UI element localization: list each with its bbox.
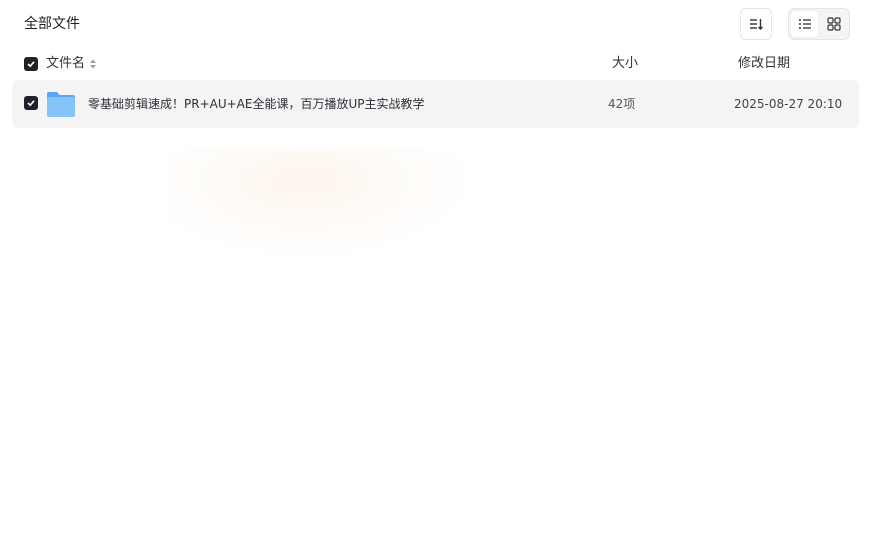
- sort-button[interactable]: [740, 8, 772, 40]
- list-view-button[interactable]: [791, 11, 818, 37]
- table-row[interactable]: 零基础剪辑速成！PR+AU+AE全能课，百万播放UP主实战教学 42项 2025…: [12, 80, 859, 128]
- grid-view-icon: [826, 17, 841, 31]
- check-icon: [27, 100, 35, 107]
- sort-icon: [750, 19, 763, 30]
- column-header-size[interactable]: 大小: [612, 55, 638, 73]
- list-view-icon: [798, 19, 811, 29]
- top-bar: 全部文件: [0, 0, 874, 48]
- breadcrumb-all-files[interactable]: 全部文件: [24, 14, 80, 34]
- grid-view-button[interactable]: [820, 11, 847, 37]
- check-icon: [27, 61, 35, 68]
- file-size: 42项: [608, 97, 636, 111]
- select-all-checkbox[interactable]: [24, 57, 38, 71]
- folder-icon: [47, 92, 75, 117]
- file-date: 2025-08-27 20:10: [734, 97, 843, 111]
- row-checkbox[interactable]: [24, 96, 38, 110]
- file-name[interactable]: 零基础剪辑速成！PR+AU+AE全能课，百万播放UP主实战教学: [88, 95, 425, 113]
- background-glow: [170, 148, 470, 258]
- table-header: 文件名 大小 修改日期: [0, 48, 874, 80]
- column-header-name-label: 文件名: [46, 56, 86, 71]
- column-header-name[interactable]: 文件名: [46, 55, 97, 73]
- sort-caret-icon: [90, 59, 97, 69]
- view-toggle: [788, 8, 850, 40]
- column-header-date[interactable]: 修改日期: [738, 55, 790, 73]
